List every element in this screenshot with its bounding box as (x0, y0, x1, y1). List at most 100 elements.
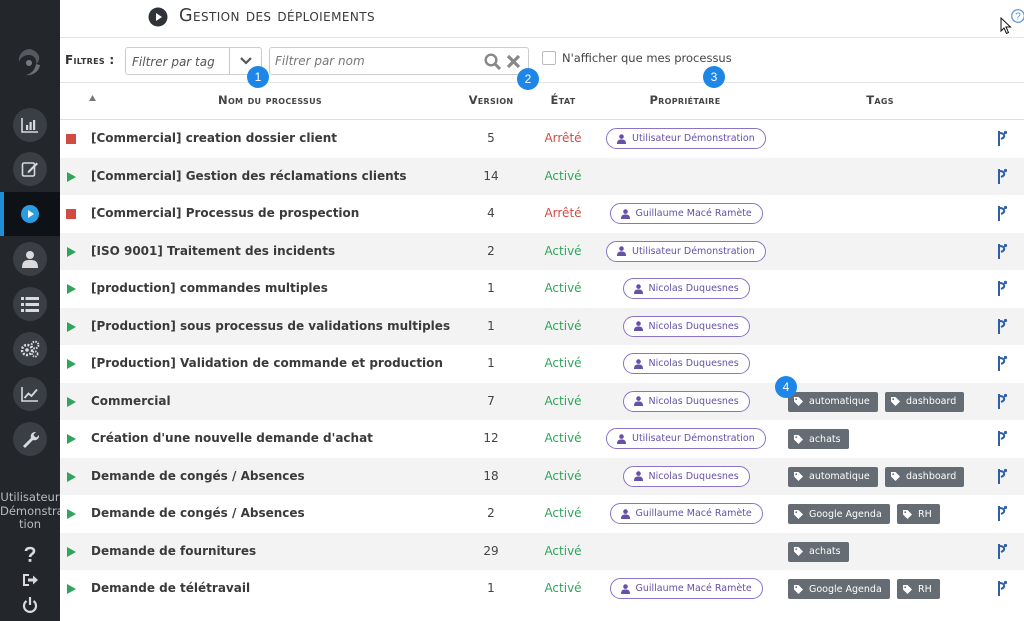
process-name[interactable]: [Commercial] Processus de prospection (91, 206, 359, 220)
owner-badge[interactable]: Guillaume Macé Ramète (609, 503, 763, 524)
process-name[interactable]: [Production] sous processus de validatio… (91, 319, 450, 333)
deploy-action-icon[interactable] (996, 205, 1008, 222)
column-header-version[interactable]: Version (456, 93, 526, 107)
tag-badge[interactable]: RH (897, 579, 940, 599)
nav-tools[interactable] (0, 417, 60, 461)
tag-badge[interactable]: RH (897, 504, 940, 524)
sign-out-icon (23, 574, 38, 586)
tag-badge[interactable]: automatique (788, 466, 878, 487)
logout-button[interactable] (0, 569, 60, 591)
process-name[interactable]: Création d'une nouvelle demande d'achat (91, 431, 373, 445)
nav-lists[interactable] (0, 282, 60, 326)
process-name[interactable]: Demande de congés / Absences (91, 469, 305, 483)
process-state: Arrêté (544, 206, 582, 220)
process-name[interactable]: [production] commandes multiples (91, 281, 328, 295)
owner-badge[interactable]: Utilisateur Démonstration (606, 428, 766, 449)
tag-icon (794, 434, 803, 444)
table-row[interactable]: [Commercial] creation dossier client 5 Arr… (60, 120, 1024, 158)
process-name[interactable]: Demande de télétravail (91, 581, 250, 595)
table-row[interactable]: [Commercial] Gestion des réclamations cl… (60, 157, 1024, 195)
process-name[interactable]: [Production] Validation de commande et p… (91, 356, 443, 370)
deploy-action-icon[interactable] (996, 243, 1008, 260)
deploy-action-icon[interactable] (996, 580, 1008, 597)
deploy-action-icon[interactable] (996, 505, 1008, 522)
table-row[interactable]: [Commercial] Processus de prospection 4 Ar… (60, 195, 1024, 233)
process-version: 1 (487, 281, 495, 295)
table-row[interactable]: Demande de congés / Absences 2 Activé Guill… (60, 495, 1024, 533)
tag-badge[interactable]: dashboard (885, 391, 965, 412)
owner-badge[interactable]: Nicolas Duquesnes (622, 315, 750, 337)
deploy-action-icon[interactable] (996, 280, 1008, 297)
tag-filter-select[interactable]: Filtrer par tag (125, 47, 262, 75)
owner-badge[interactable]: Guillaume Macé Ramète (609, 578, 763, 599)
deploy-action-icon[interactable] (996, 318, 1008, 335)
tag-badge[interactable]: achats (788, 541, 849, 562)
tag-label: automatique (809, 396, 870, 407)
stop-icon (66, 209, 76, 219)
deploy-action-icon[interactable] (996, 393, 1008, 410)
column-header-name[interactable]: Nom du processus (180, 93, 360, 107)
process-state: Activé (544, 243, 582, 258)
owner-badge[interactable]: Utilisateur Démonstration (606, 128, 766, 149)
tag-badge[interactable]: Google Agenda (788, 504, 890, 524)
play-icon (67, 546, 76, 557)
table-row[interactable]: [production] commandes multiples 1 Activé N… (60, 270, 1024, 308)
process-name[interactable]: [ISO 9001] Traitement des incidents (91, 244, 335, 258)
column-header-owner[interactable]: Propriétaire (625, 93, 745, 107)
table-row[interactable]: [Production] sous processus de validatio… (60, 307, 1024, 345)
table-row[interactable]: Commercial 7 Activé Nicolas Duquesnes automa… (60, 382, 1024, 420)
deploy-action-icon[interactable] (996, 355, 1008, 372)
table-row[interactable]: Demande de congés / Absences 18 Activé Nico… (60, 457, 1024, 495)
help-icon[interactable]: ? (1011, 9, 1024, 23)
owner-name: Nicolas Duquesnes (648, 283, 739, 294)
owner-badge[interactable]: Utilisateur Démonstration (606, 240, 766, 262)
owner-badge[interactable]: Nicolas Duquesnes (622, 353, 750, 374)
nav-users[interactable] (0, 237, 60, 281)
owner-badge[interactable]: Nicolas Duquesnes (622, 278, 750, 299)
clear-icon[interactable] (506, 54, 521, 69)
process-name[interactable]: Commercial (91, 394, 171, 408)
deploy-action-icon[interactable] (996, 430, 1008, 447)
user-icon (620, 583, 630, 594)
power-button[interactable] (0, 594, 60, 616)
table-row[interactable]: Demande de télétravail 1 Activé Guillaume M… (60, 570, 1024, 608)
sort-asc-icon[interactable] (89, 95, 96, 101)
tag-label: dashboard (906, 396, 957, 407)
deploy-action-icon[interactable] (996, 543, 1008, 560)
process-version: 2 (487, 243, 495, 258)
owner-name: Guillaume Macé Ramète (635, 508, 752, 519)
play-icon (21, 205, 39, 223)
tag-badge[interactable]: dashboard (885, 466, 965, 487)
tag-badge[interactable]: achats (788, 429, 849, 449)
nav-dashboard[interactable] (0, 103, 60, 147)
deploy-action-icon[interactable] (996, 468, 1008, 485)
only-mine-checkbox[interactable] (542, 51, 556, 65)
sidebar-user-name[interactable]: Utilisateur Démonstra tion (0, 490, 64, 532)
deploy-action-icon[interactable] (996, 130, 1008, 147)
nav-statistics[interactable] (0, 372, 60, 416)
only-mine-label[interactable]: N'afficher que mes processus (562, 51, 732, 65)
process-name[interactable]: Demande de fournitures (91, 544, 256, 558)
owner-badge[interactable]: Nicolas Duquesnes (622, 465, 750, 487)
process-state: Activé (544, 281, 582, 295)
nav-deployments[interactable] (0, 192, 60, 236)
table-row[interactable]: Création d'une nouvelle demande d'achat 1… (60, 420, 1024, 458)
process-name[interactable]: [Commercial] Gestion des réclamations cl… (91, 169, 407, 183)
nav-design[interactable] (0, 147, 60, 191)
tag-badge[interactable]: automatique (788, 391, 878, 412)
process-name[interactable]: Demande de congés / Absences (91, 506, 305, 520)
help-button[interactable] (0, 543, 60, 565)
deploy-action-icon[interactable] (996, 168, 1008, 185)
table-row[interactable]: Demande de fournitures 29 Activé achats (60, 532, 1024, 570)
column-header-tags[interactable]: Tags (840, 93, 920, 107)
nav-settings[interactable] (0, 327, 60, 371)
table-row[interactable]: [ISO 9001] Traitement des incidents 2 Acti… (60, 232, 1024, 270)
search-icon[interactable] (484, 53, 501, 70)
process-version: 29 (483, 543, 499, 558)
column-header-state[interactable]: État (535, 93, 591, 107)
process-name[interactable]: [Commercial] creation dossier client (91, 131, 337, 145)
tag-badge[interactable]: Google Agenda (788, 579, 890, 599)
table-row[interactable]: [Production] Validation de commande et p… (60, 345, 1024, 383)
owner-badge[interactable]: Guillaume Macé Ramète (609, 203, 763, 224)
owner-badge[interactable]: Nicolas Duquesnes (622, 390, 750, 412)
